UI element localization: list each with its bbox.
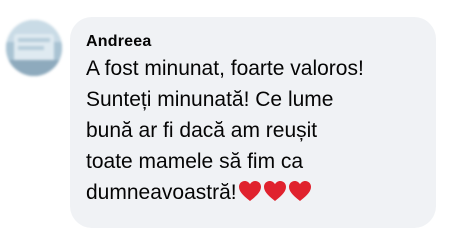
heart-icon (288, 181, 311, 201)
comment-line: dumneavoastră! (86, 181, 237, 204)
avatar-image (6, 20, 62, 76)
heart-emojis (238, 180, 313, 211)
avatar[interactable] (6, 20, 62, 76)
comment-line: toate mamele să fim ca (86, 150, 304, 173)
comment: Andreea A fost minunat, foarte valoros! … (0, 0, 467, 246)
comment-line: bună ar fi dacă am reușit (86, 119, 318, 142)
comment-last-line: dumneavoastră! (86, 177, 424, 211)
comment-line: A fost minunat, foarte valoros! (86, 57, 364, 80)
heart-icon (263, 181, 286, 201)
comment-text: A fost minunat, foarte valoros! Sunteți … (86, 53, 424, 211)
comment-line: Sunteți minunată! Ce lume (86, 88, 334, 111)
comment-bubble: Andreea A fost minunat, foarte valoros! … (70, 17, 436, 228)
comment-author[interactable]: Andreea (86, 32, 424, 52)
heart-icon (238, 181, 261, 201)
